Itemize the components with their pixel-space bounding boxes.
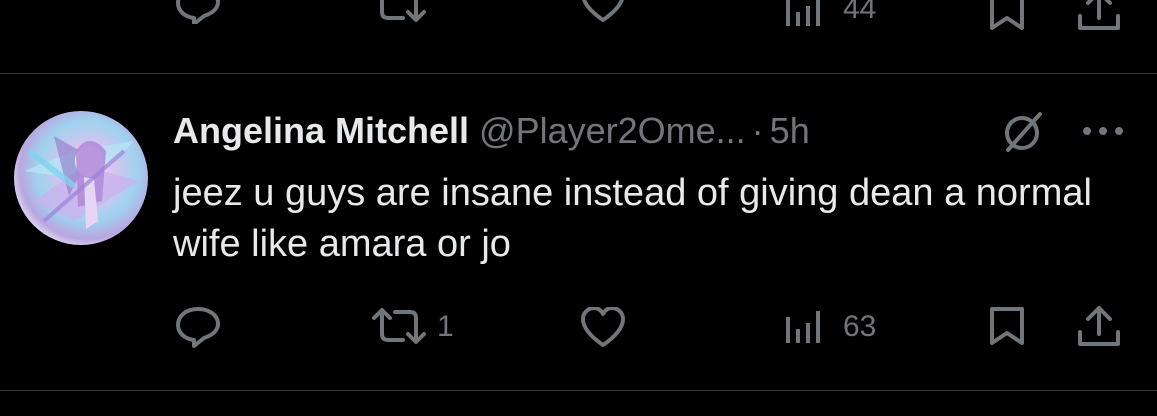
retweet-icon[interactable] — [370, 0, 428, 24]
tweet-header: Angelina Mitchell @Player2Ome... · 5h — [173, 108, 810, 154]
header-separator: · — [751, 110, 764, 151]
reply-icon[interactable] — [175, 0, 221, 24]
share-icon[interactable] — [1076, 304, 1122, 348]
grok-icon[interactable] — [1000, 110, 1046, 154]
bookmark-icon[interactable] — [988, 307, 1026, 347]
timestamp[interactable]: 5h — [770, 110, 810, 152]
tweet-divider-bottom — [0, 390, 1157, 391]
reply-icon[interactable] — [175, 306, 221, 348]
views-count: 63 — [843, 310, 877, 343]
views-icon[interactable] — [784, 311, 824, 345]
views-icon[interactable] — [784, 0, 824, 28]
more-options-icon[interactable] — [1082, 126, 1124, 136]
like-icon[interactable] — [580, 0, 626, 22]
tweet-divider-top — [0, 73, 1157, 74]
author-name[interactable]: Angelina Mitchell — [173, 110, 469, 152]
tweet-text: jeez u guys are insane instead of giving… — [173, 172, 1092, 265]
share-icon[interactable] — [1076, 0, 1122, 32]
retweet-icon[interactable] — [370, 306, 428, 348]
author-handle[interactable]: @Player2Ome... — [479, 110, 746, 152]
retweet-count: 1 — [437, 310, 454, 343]
bookmark-icon[interactable] — [988, 0, 1026, 32]
views-count: 44 — [843, 0, 877, 25]
avatar-image — [24, 136, 139, 229]
like-icon[interactable] — [580, 307, 626, 347]
avatar[interactable] — [14, 111, 148, 245]
